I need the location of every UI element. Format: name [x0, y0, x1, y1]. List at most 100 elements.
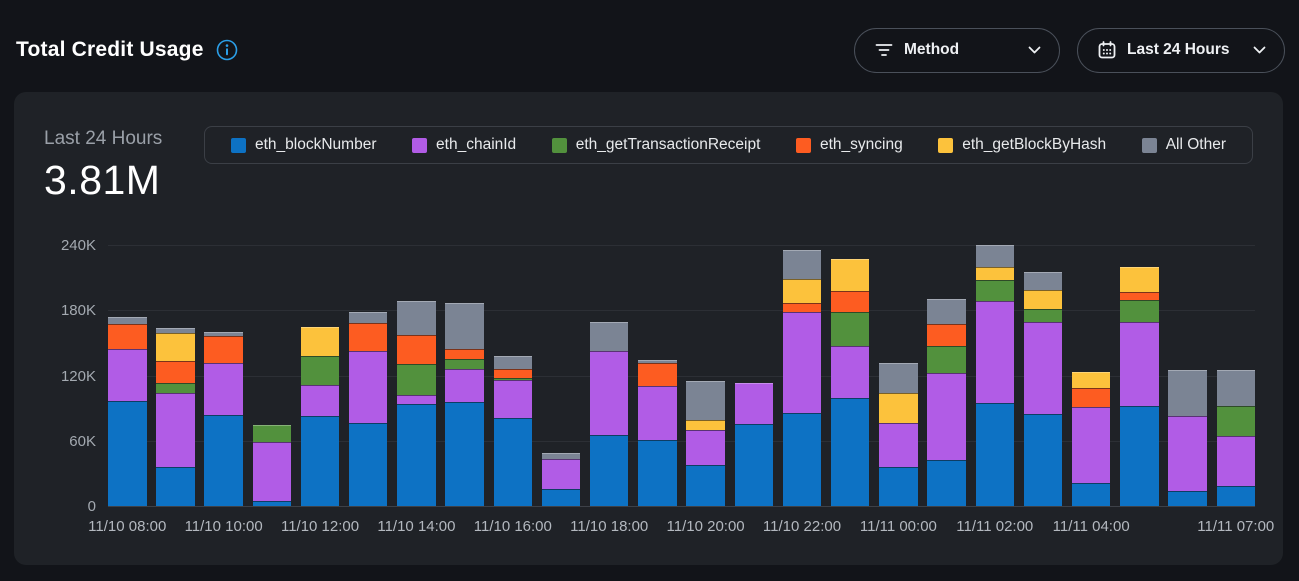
bar-11-10-17-00[interactable]	[542, 245, 581, 506]
segment-eth_blocknumber	[879, 467, 918, 506]
legend-label: eth_chainId	[436, 136, 516, 154]
segment-eth_syncing	[1120, 292, 1159, 301]
gridline	[108, 506, 1255, 507]
bar-11-10-14-00[interactable]	[397, 245, 436, 506]
segment-eth_blocknumber	[590, 435, 629, 506]
method-filter-dropdown[interactable]: Method	[854, 28, 1060, 73]
legend-swatch	[796, 138, 811, 153]
legend-item-eth_gettransactionreceipt[interactable]: eth_getTransactionReceipt	[552, 136, 761, 154]
legend-item-eth_blocknumber[interactable]: eth_blockNumber	[231, 136, 376, 154]
bar-11-10-09-00[interactable]	[156, 245, 195, 506]
segment-eth_blocknumber	[976, 403, 1015, 506]
segment-eth_gettransactionreceipt	[976, 280, 1015, 301]
segment-eth_chainid	[1168, 416, 1207, 491]
segment-eth_chainid	[1072, 407, 1111, 483]
bar-11-11-03-00[interactable]	[1024, 245, 1063, 506]
bar-11-10-16-00[interactable]	[494, 245, 533, 506]
segment-all-other	[1024, 272, 1063, 289]
segment-eth_blocknumber	[1024, 414, 1063, 506]
segment-eth_chainid	[783, 312, 822, 412]
segment-all-other	[927, 299, 966, 324]
x-axis-tick-label: 11/11 02:00	[956, 518, 1033, 535]
segment-eth_gettransactionreceipt	[445, 359, 484, 369]
x-axis-tick-label: 11/10 10:00	[185, 518, 263, 535]
segment-eth_syncing	[783, 303, 822, 313]
y-axis-tick-label: 60K	[36, 434, 96, 450]
bar-11-10-22-00[interactable]	[783, 245, 822, 506]
segment-eth_getblockbyhash	[831, 259, 870, 291]
chart-legend: eth_blockNumber eth_chainId eth_getTransac…	[204, 126, 1253, 164]
segment-eth_blocknumber	[1168, 491, 1207, 506]
segment-eth_gettransactionreceipt	[1120, 300, 1159, 322]
segment-all-other	[686, 381, 725, 420]
bar-11-10-15-00[interactable]	[445, 245, 484, 506]
segment-eth_chainid	[494, 380, 533, 418]
segment-eth_syncing	[831, 291, 870, 313]
segment-eth_blocknumber	[735, 424, 774, 506]
bar-11-11-07-00[interactable]	[1217, 245, 1256, 506]
bar-11-10-08-00[interactable]	[108, 245, 147, 506]
bar-11-10-11-00[interactable]	[253, 245, 292, 506]
filter-icon	[875, 43, 893, 57]
segment-all-other	[976, 245, 1015, 267]
segment-eth_gettransactionreceipt	[1217, 406, 1256, 436]
bar-11-11-01-00[interactable]	[927, 245, 966, 506]
chevron-down-icon	[1028, 46, 1041, 54]
method-dropdown-label: Method	[904, 41, 959, 59]
bar-11-10-18-00[interactable]	[590, 245, 629, 506]
legend-item-eth_chainid[interactable]: eth_chainId	[412, 136, 516, 154]
segment-eth_blocknumber	[638, 440, 677, 506]
legend-swatch	[938, 138, 953, 153]
bar-11-11-05-00[interactable]	[1120, 245, 1159, 506]
segment-eth_blocknumber	[1072, 483, 1111, 506]
segment-eth_blocknumber	[253, 501, 292, 506]
legend-label: All Other	[1166, 136, 1226, 154]
segment-eth_getblockbyhash	[879, 393, 918, 423]
segment-eth_gettransactionreceipt	[927, 346, 966, 373]
summary-block: Last 24 Hours 3.81M	[44, 128, 162, 204]
segment-eth_getblockbyhash	[301, 327, 340, 356]
segment-eth_chainid	[156, 393, 195, 467]
segment-all-other	[590, 322, 629, 350]
bar-11-10-13-00[interactable]	[349, 245, 388, 506]
info-icon[interactable]	[216, 39, 238, 61]
bar-11-11-04-00[interactable]	[1072, 245, 1111, 506]
bar-11-10-10-00[interactable]	[204, 245, 243, 506]
bar-11-11-02-00[interactable]	[976, 245, 1015, 506]
bar-11-11-06-00[interactable]	[1168, 245, 1207, 506]
segment-eth_syncing	[108, 324, 147, 349]
legend-item-eth_syncing[interactable]: eth_syncing	[796, 136, 903, 154]
segment-all-other	[879, 363, 918, 393]
segment-eth_getblockbyhash	[1072, 372, 1111, 387]
segment-eth_blocknumber	[927, 460, 966, 506]
x-axis-tick-label: 11/10 18:00	[570, 518, 648, 535]
segment-eth_chainid	[542, 459, 581, 488]
segment-all-other	[494, 356, 533, 369]
bar-11-10-19-00[interactable]	[638, 245, 677, 506]
segment-eth_syncing	[1072, 388, 1111, 408]
segment-eth_chainid	[735, 383, 774, 424]
legend-item-eth_getblockbyhash[interactable]: eth_getBlockByHash	[938, 136, 1106, 154]
bar-11-10-23-00[interactable]	[831, 245, 870, 506]
bar-11-11-00-00[interactable]	[879, 245, 918, 506]
segment-eth_getblockbyhash	[686, 420, 725, 430]
bar-11-10-12-00[interactable]	[301, 245, 340, 506]
segment-eth_syncing	[638, 363, 677, 387]
segment-all-other	[397, 301, 436, 336]
segment-eth_blocknumber	[349, 423, 388, 506]
legend-item-all-other[interactable]: All Other	[1142, 136, 1226, 154]
segment-eth_blocknumber	[494, 418, 533, 506]
segment-eth_blocknumber	[445, 402, 484, 506]
legend-label: eth_getTransactionReceipt	[576, 136, 761, 154]
time-range-dropdown[interactable]: Last 24 Hours	[1077, 28, 1285, 73]
segment-eth_chainid	[108, 349, 147, 400]
legend-swatch	[231, 138, 246, 153]
bar-11-10-21-00[interactable]	[735, 245, 774, 506]
segment-eth_getblockbyhash	[1024, 290, 1063, 310]
dashboard-page: Total Credit Usage	[0, 0, 1299, 581]
segment-eth_syncing	[494, 369, 533, 378]
y-axis-tick-label: 0	[36, 499, 96, 515]
bar-11-10-20-00[interactable]	[686, 245, 725, 506]
y-axis-tick-label: 120K	[36, 369, 96, 385]
segment-all-other	[783, 250, 822, 278]
